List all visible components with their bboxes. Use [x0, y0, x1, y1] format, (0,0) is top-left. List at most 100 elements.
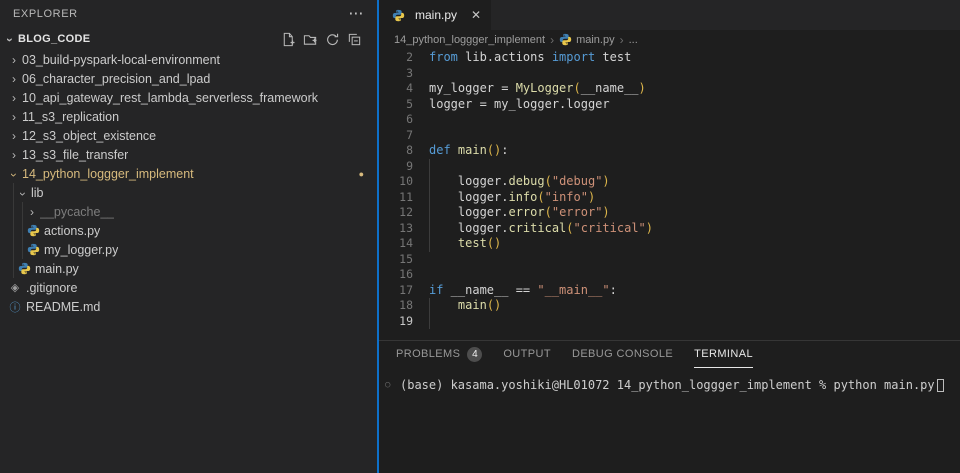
editor-tab-bar: main.py ✕	[379, 0, 960, 30]
python-icon	[559, 33, 572, 46]
breadcrumb-item[interactable]: 14_python_loggger_implement	[394, 34, 545, 46]
python-icon	[391, 9, 405, 22]
bottom-panel: PROBLEMS 4 OUTPUT DEBUG CONSOLE TERMINAL ○ (…	[379, 340, 960, 473]
code-line-2[interactable]: 2 from lib.actions import test	[379, 50, 960, 66]
tree-item--pycache-[interactable]: › __pycache__	[0, 202, 377, 221]
code-line-15[interactable]: 15	[379, 252, 960, 268]
code-line-10[interactable]: 10 logger.debug("debug")	[379, 174, 960, 190]
code-line-5[interactable]: 5 logger = my_logger.logger	[379, 97, 960, 113]
panel-tab-problems[interactable]: PROBLEMS 4	[396, 341, 483, 368]
readme-icon: ⓘ	[9, 301, 21, 314]
code-line-9[interactable]: 9	[379, 158, 960, 174]
close-icon[interactable]: ✕	[471, 8, 481, 22]
panel-tab-debug-console[interactable]: DEBUG CONSOLE	[572, 341, 673, 368]
tree-item-03-build-pyspark-local-environment[interactable]: › 03_build-pyspark-local-environment	[0, 50, 377, 69]
tree-item-14-python-loggger-implement[interactable]: › 14_python_loggger_implement ●	[0, 164, 377, 183]
panel-tab-terminal[interactable]: TERMINAL	[694, 341, 753, 368]
collapse-all-icon[interactable]	[346, 31, 362, 47]
file-tree: › 03_build-pyspark-local-environment › 06_c…	[0, 50, 377, 316]
code-line-13[interactable]: 13 logger.critical("critical")	[379, 220, 960, 236]
code-line-11[interactable]: 11 logger.info("info")	[379, 189, 960, 205]
line-number: 9	[406, 158, 413, 173]
code-line-6[interactable]: 6	[379, 112, 960, 128]
tree-item-label: 11_s3_replication	[22, 109, 120, 124]
sidebar-resize-sash[interactable]	[377, 0, 379, 473]
line-text: from lib.actions import test	[429, 50, 632, 64]
terminal-cursor	[936, 378, 944, 392]
indent-guide	[429, 313, 430, 329]
tree-item-readme-md[interactable]: ⓘ README.md	[0, 297, 377, 316]
indent-guide	[429, 189, 430, 205]
indent-guide	[429, 220, 430, 236]
tree-item-main-py[interactable]: main.py	[0, 259, 377, 278]
code-line-18[interactable]: 18 main()	[379, 298, 960, 314]
line-text: logger.critical("critical")	[429, 220, 653, 235]
terminal-prompt-text: (base) kasama.yoshiki@HL01072 14_python_…	[400, 378, 935, 392]
line-number: 8	[406, 143, 413, 157]
line-number: 16	[399, 267, 413, 281]
new-folder-icon[interactable]	[302, 31, 318, 47]
tree-item-11-s3-replication[interactable]: › 11_s3_replication	[0, 107, 377, 126]
line-number: 12	[399, 205, 413, 219]
code-line-8[interactable]: 8 def main():	[379, 143, 960, 159]
tree-item-label: 06_character_precision_and_lpad	[22, 71, 211, 86]
chevron-right-icon: ›	[12, 147, 16, 162]
terminal-prompt-line[interactable]: ○ (base) kasama.yoshiki@HL01072 14_pytho…	[385, 378, 960, 392]
new-file-icon[interactable]	[280, 31, 296, 47]
code-line-4[interactable]: 4 my_logger = MyLogger(__name__)	[379, 81, 960, 97]
line-text: my_logger = MyLogger(__name__)	[429, 81, 646, 95]
explorer-title: EXPLORER	[13, 8, 78, 20]
tree-item-label: 12_s3_object_existence	[22, 128, 157, 143]
line-number: 11	[399, 189, 413, 204]
terminal-view[interactable]: ○ (base) kasama.yoshiki@HL01072 14_pytho…	[379, 368, 960, 392]
tree-item-label: 03_build-pyspark-local-environment	[22, 52, 221, 67]
tree-indent-guide	[13, 183, 14, 278]
more-actions-icon[interactable]: ⋯	[348, 6, 364, 21]
tree-item-my-logger-py[interactable]: my_logger.py	[0, 240, 377, 259]
tree-item-label: my_logger.py	[44, 242, 119, 257]
tree-item-06-character-precision-and-lpad[interactable]: › 06_character_precision_and_lpad	[0, 69, 377, 88]
chevron-down-icon: ›	[16, 191, 30, 196]
line-number: 5	[406, 96, 413, 111]
tree-item-12-s3-object-existence[interactable]: › 12_s3_object_existence	[0, 126, 377, 145]
line-number: 14	[399, 236, 413, 250]
explorer-header: EXPLORER ⋯	[0, 0, 377, 28]
code-area[interactable]: 2 from lib.actions import test 3 4 my_logger…	[379, 48, 960, 340]
breadcrumb-item[interactable]: main.py	[559, 33, 615, 46]
tab-label: main.py	[415, 8, 458, 22]
line-text: if __name__ == "__main__":	[429, 282, 617, 297]
tab-main-py[interactable]: main.py ✕	[379, 0, 492, 30]
line-text: logger.debug("debug")	[429, 174, 610, 188]
refresh-icon[interactable]	[324, 31, 340, 47]
breadcrumb-item[interactable]: ...	[629, 34, 638, 46]
tree-item-label: actions.py	[44, 223, 101, 238]
code-line-3[interactable]: 3	[379, 66, 960, 82]
chevron-down-icon: ›	[7, 172, 21, 177]
breadcrumb-label: ...	[628, 33, 638, 46]
tree-item-actions-py[interactable]: actions.py	[0, 221, 377, 240]
section-header-blog-code[interactable]: › BLOG_CODE	[0, 28, 377, 50]
line-number: 13	[399, 220, 413, 235]
breadcrumb-label: main.py	[576, 33, 615, 46]
python-icon	[17, 262, 31, 275]
code-line-7[interactable]: 7	[379, 128, 960, 144]
panel-tab-label: OUTPUT	[503, 348, 551, 360]
python-icon	[26, 243, 40, 256]
tree-item-10-api-gateway-rest-lambda-serverless-framework[interactable]: › 10_api_gateway_rest_lambda_serverless_f…	[0, 88, 377, 107]
code-line-14[interactable]: 14 test()	[379, 236, 960, 252]
indent-guide	[429, 174, 430, 190]
tree-item--gitignore[interactable]: ◈ .gitignore	[0, 278, 377, 297]
tree-item-label: .gitignore	[26, 280, 78, 295]
chevron-right-icon: ›	[12, 71, 16, 86]
code-line-12[interactable]: 12 logger.error("error")	[379, 205, 960, 221]
code-line-19[interactable]: 19	[379, 313, 960, 329]
tree-item-13-s3-file-transfer[interactable]: › 13_s3_file_transfer	[0, 145, 377, 164]
git-modified-dot: ●	[358, 168, 364, 179]
line-text: logger = my_logger.logger	[429, 96, 610, 111]
line-number: 17	[399, 282, 413, 297]
tree-item-lib[interactable]: › lib	[0, 183, 377, 202]
code-line-17[interactable]: 17 if __name__ == "__main__":	[379, 283, 960, 299]
code-line-16[interactable]: 16	[379, 267, 960, 283]
panel-tab-output[interactable]: OUTPUT	[503, 341, 551, 368]
line-number: 3	[406, 65, 413, 80]
